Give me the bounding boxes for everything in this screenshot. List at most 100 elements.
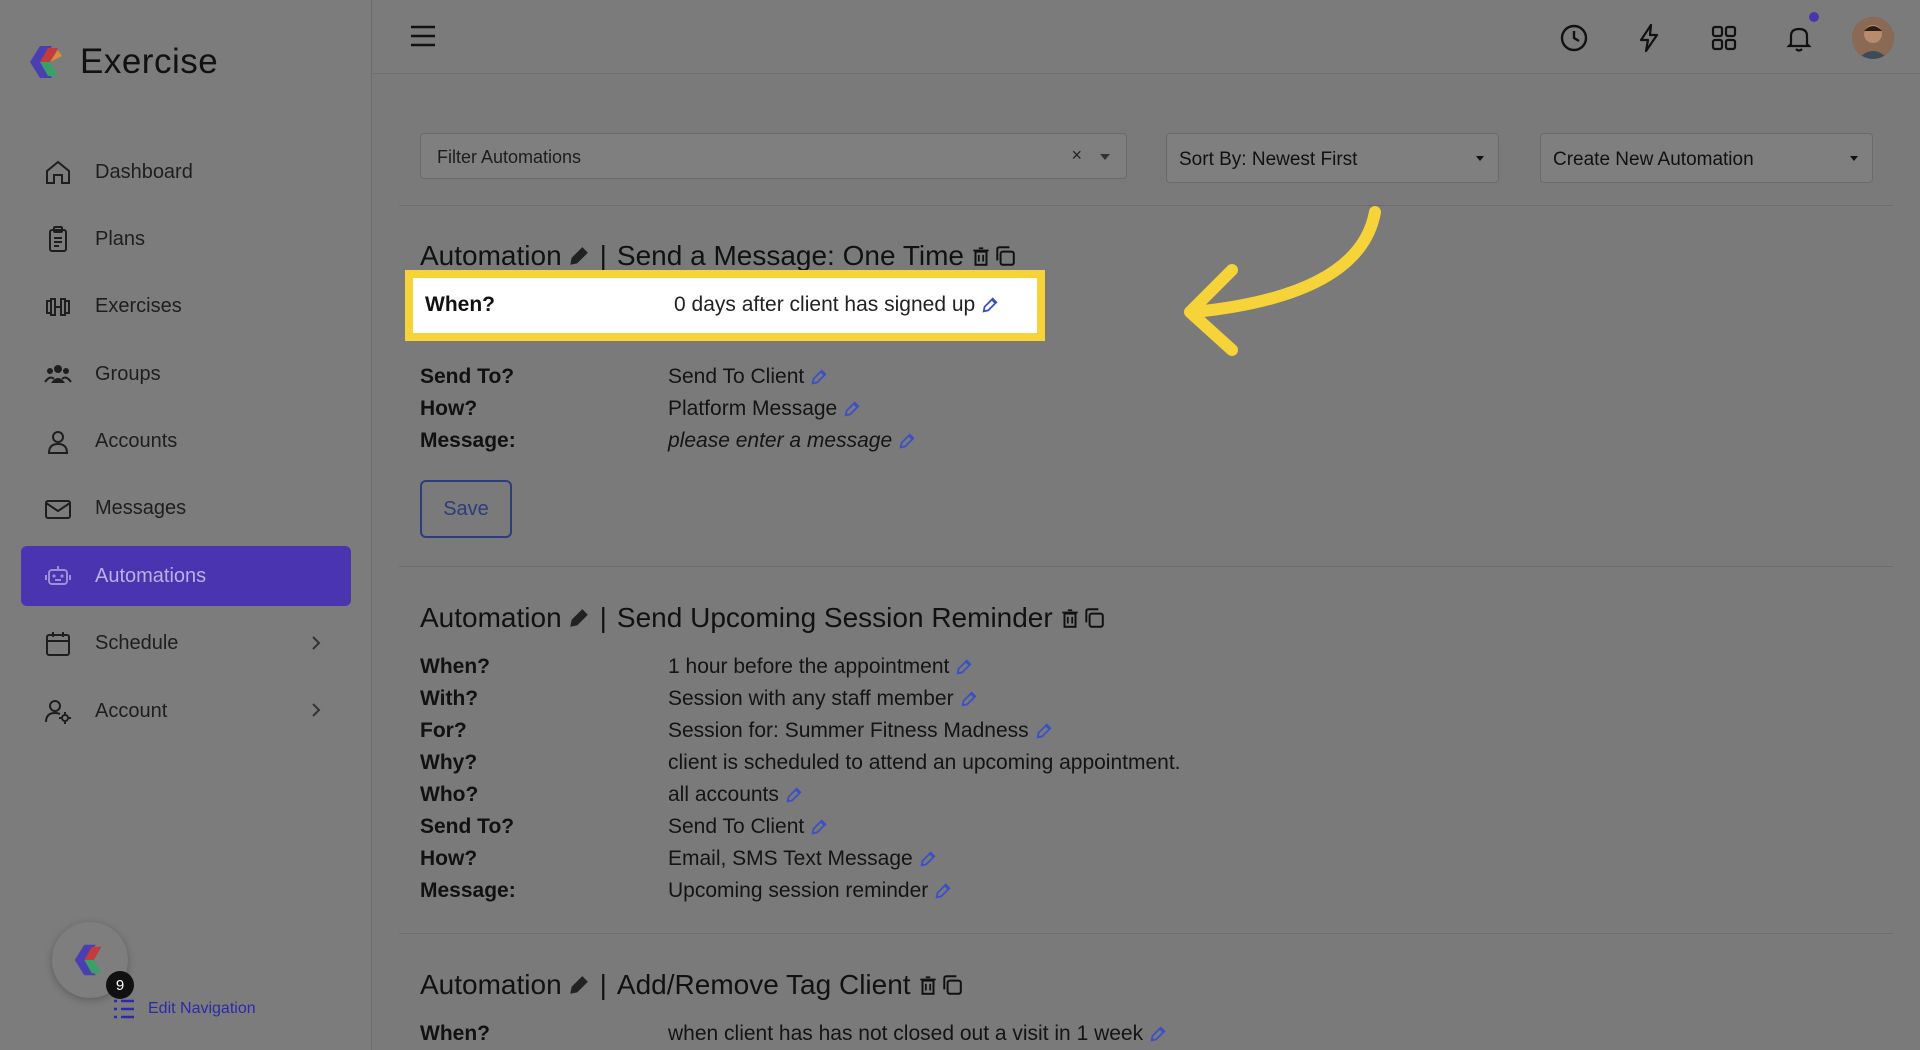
avatar[interactable] — [1852, 17, 1894, 59]
row-key: When? — [420, 655, 490, 678]
highlighted-when-row[interactable]: When? 0 days after client has signed up — [405, 270, 1045, 341]
row-value[interactable]: 0 days after client has signed up — [674, 293, 999, 317]
hamburger-menu-icon[interactable] — [409, 24, 437, 48]
automation-row: When? when client has has not closed out… — [420, 1022, 1167, 1046]
create-automation-select[interactable]: Create New Automation — [1540, 133, 1873, 183]
trash-icon[interactable] — [1059, 607, 1081, 629]
automation-row: Message: please enter a message — [420, 429, 916, 453]
sidebar-item-exercises[interactable]: Exercises — [21, 277, 351, 337]
edit-pencil-icon[interactable] — [955, 658, 973, 676]
topbar-icons — [1552, 12, 1920, 60]
row-key: How? — [420, 397, 478, 420]
copy-icon[interactable] — [941, 974, 963, 996]
brand[interactable]: Exercise — [26, 42, 218, 82]
sidebar-item-dashboard[interactable]: Dashboard — [21, 142, 351, 202]
title-separator: | — [599, 969, 607, 1000]
sort-select[interactable]: Sort By: Newest First — [1166, 133, 1499, 183]
edit-pencil-icon[interactable] — [898, 432, 916, 450]
clock-icon[interactable] — [1552, 16, 1596, 60]
automation-name: Add/Remove Tag Client — [616, 969, 911, 1000]
edit-pencil-icon[interactable] — [568, 974, 590, 996]
copy-icon[interactable] — [1083, 607, 1105, 629]
notification-dot — [1809, 12, 1819, 22]
automation-row: Send To? Send To Client — [420, 365, 828, 389]
annotation-arrow-icon — [1184, 206, 1381, 356]
edit-pencil-icon[interactable] — [810, 368, 828, 386]
user-gear-icon — [41, 694, 75, 728]
sidebar-item-automations[interactable]: Automations — [21, 546, 351, 607]
sidebar-item-label: Plans — [95, 227, 146, 250]
sidebar-nav: Dashboard Plans Exercises Groups Account… — [21, 142, 351, 749]
row-key: Who? — [420, 783, 479, 806]
dumbbell-icon — [41, 290, 75, 324]
edit-pencil-icon[interactable] — [934, 882, 952, 900]
row-key: Send To? — [420, 365, 515, 388]
row-value[interactable]: Upcoming session reminder — [668, 879, 952, 903]
row-value[interactable]: Send To Client — [668, 365, 828, 389]
helper-logo-icon — [74, 944, 102, 976]
sidebar-item-label: Messages — [95, 497, 187, 520]
sidebar-item-label: Automations — [95, 564, 207, 587]
automation-name: Send a Message: One Time — [616, 240, 964, 271]
clipboard-icon — [41, 222, 75, 256]
bell-icon[interactable] — [1777, 12, 1821, 60]
row-value[interactable]: please enter a message — [668, 429, 916, 453]
brand-name: Exercise — [80, 42, 219, 81]
sidebar-item-accounts[interactable]: Accounts — [21, 412, 351, 472]
calendar-icon — [41, 627, 75, 661]
sidebar-item-plans[interactable]: Plans — [21, 209, 351, 269]
edit-pencil-icon[interactable] — [919, 850, 937, 868]
edit-pencil-icon[interactable] — [810, 818, 828, 836]
row-key: Send To? — [420, 815, 515, 838]
trash-icon[interactable] — [917, 974, 939, 996]
dropdown-caret-icon[interactable] — [1100, 154, 1110, 160]
row-key: For? — [420, 719, 467, 742]
sidebar-item-label: Accounts — [95, 430, 178, 453]
sidebar-item-label: Groups — [95, 362, 161, 385]
clear-icon[interactable]: × — [1071, 145, 1082, 166]
list-icon — [114, 999, 134, 1019]
row-key: How? — [420, 847, 478, 870]
sidebar-item-account[interactable]: Account — [21, 681, 351, 741]
row-value: client is scheduled to attend an upcomin… — [668, 751, 1181, 774]
copy-icon[interactable] — [994, 245, 1016, 267]
row-key: When? — [425, 293, 495, 316]
row-value[interactable]: Email, SMS Text Message — [668, 847, 937, 871]
sidebar-item-groups[interactable]: Groups — [21, 344, 351, 404]
sidebar: Exercise Dashboard Plans Exercises Group… — [0, 0, 372, 1050]
row-value[interactable]: Platform Message — [668, 397, 861, 421]
main-content: Filter Automations × Sort By: Newest Fir… — [373, 75, 1920, 1050]
chevron-right-icon — [312, 703, 321, 717]
lightning-icon[interactable] — [1627, 16, 1671, 60]
row-value[interactable]: 1 hour before the appointment — [668, 655, 973, 679]
row-value[interactable]: all accounts — [668, 783, 803, 807]
row-value[interactable]: Session with any staff member — [668, 687, 978, 711]
mail-icon — [41, 492, 75, 526]
save-button[interactable]: Save — [420, 480, 512, 538]
dropdown-caret-icon — [1850, 156, 1858, 161]
sidebar-item-schedule[interactable]: Schedule — [21, 614, 351, 674]
automation-name: Send Upcoming Session Reminder — [616, 602, 1053, 633]
automation-row: Who? all accounts — [420, 783, 803, 807]
grid-icon[interactable] — [1702, 16, 1746, 60]
edit-navigation-link[interactable]: Edit Navigation — [112, 998, 256, 1020]
sidebar-item-messages[interactable]: Messages — [21, 479, 351, 539]
row-value[interactable]: Session for: Summer Fitness Madness — [668, 719, 1053, 743]
row-value[interactable]: Send To Client — [668, 815, 828, 839]
edit-pencil-icon[interactable] — [981, 296, 999, 314]
trash-icon[interactable] — [970, 245, 992, 267]
edit-pencil-icon[interactable] — [568, 245, 590, 267]
automation-row: Why? client is scheduled to attend an up… — [420, 751, 1181, 775]
automation-label: Automation — [420, 602, 562, 633]
edit-pencil-icon[interactable] — [1149, 1025, 1167, 1043]
automation-row: With? Session with any staff member — [420, 687, 978, 711]
row-value[interactable]: when client has has not closed out a vis… — [668, 1022, 1167, 1046]
edit-pencil-icon[interactable] — [568, 607, 590, 629]
edit-pencil-icon[interactable] — [843, 400, 861, 418]
edit-pencil-icon[interactable] — [1035, 722, 1053, 740]
edit-pencil-icon[interactable] — [960, 690, 978, 708]
title-separator: | — [599, 602, 607, 633]
edit-pencil-icon[interactable] — [785, 786, 803, 804]
automation-label: Automation — [420, 969, 562, 1000]
filter-automations-input[interactable]: Filter Automations × — [420, 133, 1127, 179]
